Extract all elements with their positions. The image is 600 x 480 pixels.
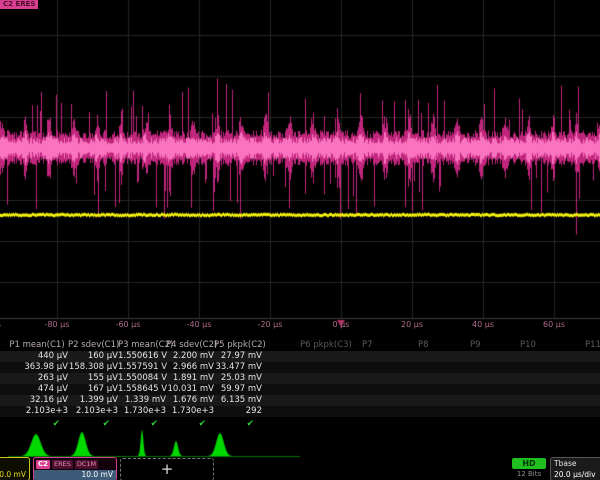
measure-value: 363.98 µV [6, 362, 68, 373]
measure-value: 2.200 mV [166, 351, 214, 362]
c2-channel-badge: C2 [36, 460, 50, 469]
measure-value: 167 µV [68, 384, 118, 395]
active-trace-label[interactable]: C2 ERES [0, 0, 38, 9]
measure-header-3[interactable]: P3 mean(C2) [118, 340, 166, 351]
measure-value: 160 µV [68, 351, 118, 362]
measure-value: 1.558645 V [118, 384, 166, 395]
measure-status-check-icon: ✔ [118, 419, 158, 430]
time-axis-label: -60 µs [98, 320, 158, 329]
measure-status-check-icon: ✔ [6, 419, 60, 430]
hd-bits-label: 12 Bits [512, 470, 546, 478]
measure-value: 1.550084 V [118, 373, 166, 384]
time-axis-label: 0 µs [311, 320, 371, 329]
time-axis-label: -100 µs [0, 320, 16, 329]
measure-header-inactive[interactable]: P7 [362, 340, 420, 351]
measure-value: 155 µV [68, 373, 118, 384]
time-axis-label: 40 µs [453, 320, 513, 329]
measure-value: 1.676 mV [166, 395, 214, 406]
time-axis-label: 60 µs [524, 320, 584, 329]
measure-value: 1.557591 V [118, 362, 166, 373]
timebase-descriptor-box[interactable]: Tbase 20.0 µs/div [550, 457, 600, 480]
measure-header-2[interactable]: P2 sdev(C1) [68, 340, 118, 351]
c2-descriptor-box[interactable]: C2 ERES DC1M 10.0 mV [33, 457, 117, 480]
c2-scale-value: 10.0 mV [34, 470, 116, 480]
c1-scale-value: 10.0 mV [0, 470, 29, 480]
measure-value: 33.477 mV [214, 362, 262, 373]
oscilloscope-screen: C2 ERES -100 µs -80 µs -60 µs -40 µs -20 µs 0… [0, 0, 600, 480]
measure-value: 1.550616 V [118, 351, 166, 362]
time-axis-label: -40 µs [169, 320, 229, 329]
time-axis-label: -20 µs [240, 320, 300, 329]
measure-value: 59.97 mV [214, 384, 262, 395]
measure-header-5[interactable]: P5 pkpk(C2) [214, 340, 262, 351]
measure-value: 158.308 µV [68, 362, 118, 373]
measure-value: 474 µV [6, 384, 68, 395]
measure-value: 6.135 mV [214, 395, 262, 406]
measure-value: 440 µV [6, 351, 68, 362]
measure-value: 263 µV [6, 373, 68, 384]
measure-header-4[interactable]: P4 sdev(C2) [166, 340, 214, 351]
c2-coupling-tag: DC1M [75, 460, 98, 469]
measure-value: 1.891 mV [166, 373, 214, 384]
measure-status-check-icon: ✔ [166, 419, 206, 430]
measure-value: 2.103e+3 [68, 406, 118, 417]
measure-header-1[interactable]: P1 mean(C1) [6, 340, 68, 351]
measure-header-inactive[interactable]: P6 pkpk(C3) [300, 340, 358, 351]
measure-value: 2.103e+3 [6, 406, 68, 417]
measure-value: 32.16 µV [6, 395, 68, 406]
measure-status-check-icon: ✔ [214, 419, 254, 430]
time-axis-label: 20 µs [382, 320, 442, 329]
time-axis-label: -80 µs [27, 320, 87, 329]
measure-value: 2.966 mV [166, 362, 214, 373]
timebase-value: 20.0 µs/div [551, 470, 600, 480]
measure-value: 1.339 mV [118, 395, 166, 406]
timebase-label: Tbase [551, 458, 600, 469]
measure-status-check-icon: ✔ [68, 419, 110, 430]
c1-descriptor-box[interactable]: C1 DC1M 10.0 mV [0, 457, 30, 480]
measure-value: 10.031 mV [166, 384, 214, 395]
add-trace-button[interactable]: + [120, 458, 214, 480]
measure-header-inactive[interactable]: P10 [520, 340, 578, 351]
c2-eres-tag: ERES [52, 460, 73, 469]
measure-header-inactive[interactable]: P8 [418, 340, 476, 351]
measure-value: 292 [214, 406, 262, 417]
measure-value: 1.730e+3 [166, 406, 214, 417]
measure-value: 1.399 µV [68, 395, 118, 406]
hd-mode-badge[interactable]: HD [512, 458, 546, 469]
measure-value: 1.730e+3 [118, 406, 166, 417]
measure-value: 25.03 mV [214, 373, 262, 384]
measure-value: 27.97 mV [214, 351, 262, 362]
measure-header-inactive[interactable]: P11 [585, 340, 600, 351]
